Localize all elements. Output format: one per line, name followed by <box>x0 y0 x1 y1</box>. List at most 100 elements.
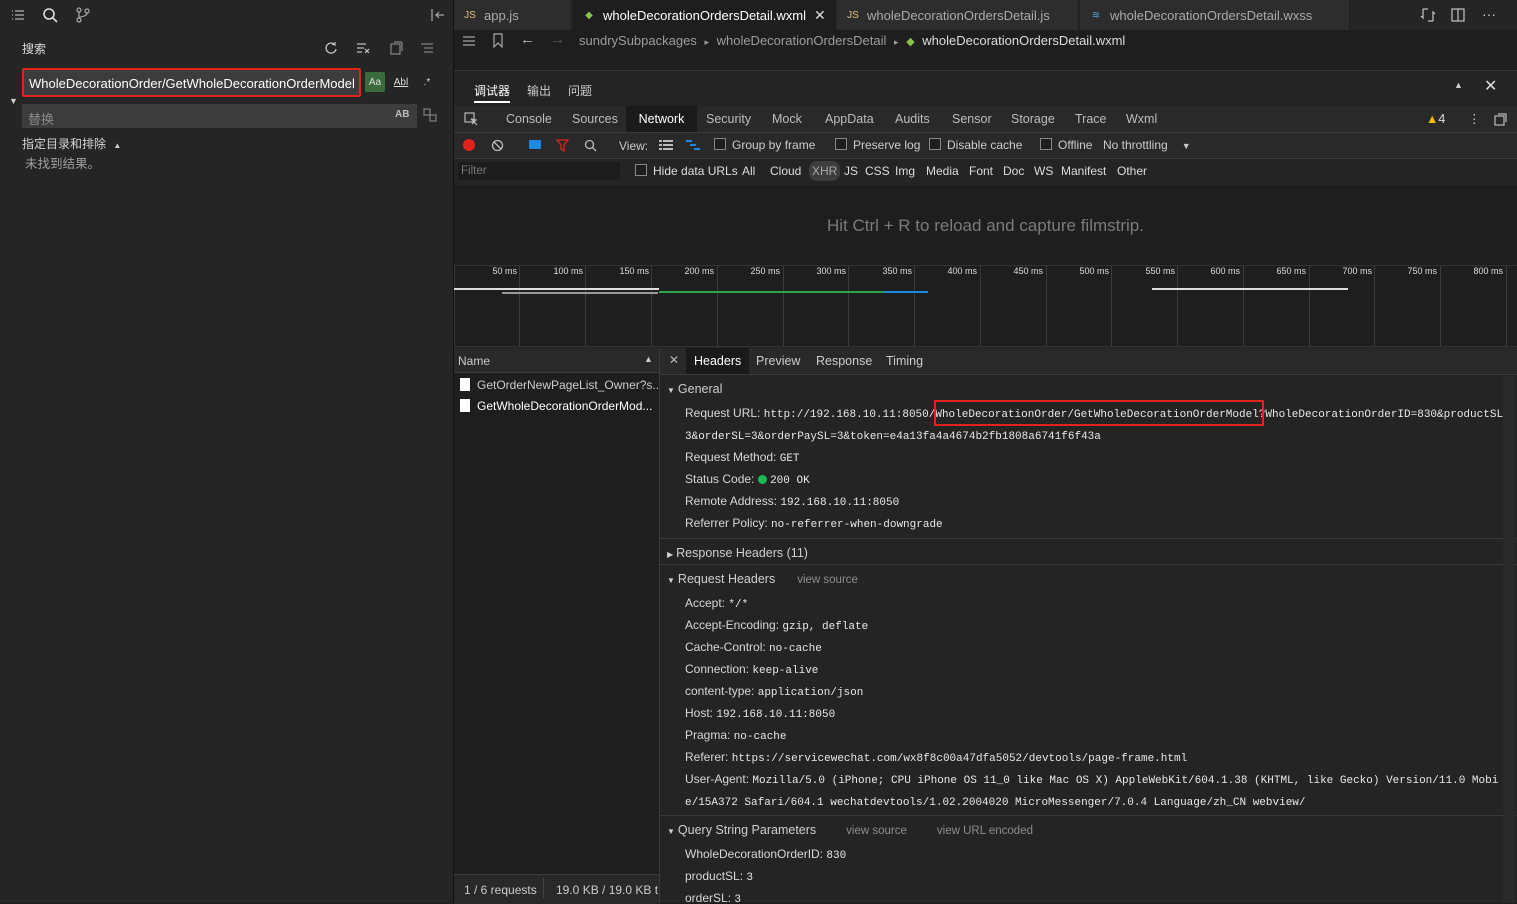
forward-arrow-icon[interactable]: → <box>550 31 565 48</box>
refresh-icon[interactable] <box>324 41 338 58</box>
large-rows-icon[interactable] <box>659 140 673 154</box>
close-devtools-icon[interactable]: ✕ <box>1484 76 1497 96</box>
breadcrumb-item[interactable]: wholeDecorationOrdersDetail <box>717 33 887 48</box>
more-actions-icon[interactable]: ··· <box>1482 6 1496 22</box>
tab-mock[interactable]: Mock <box>772 106 802 132</box>
query-params-toggle[interactable]: ▼ Query String Parameters view source view … <box>667 823 1033 837</box>
record-icon[interactable] <box>463 139 475 151</box>
general-section-toggle[interactable]: ▼ General <box>667 382 722 396</box>
request-list-header[interactable]: Name ▲ <box>454 348 659 373</box>
tab-console[interactable]: Console <box>506 106 552 132</box>
split-editor-icon[interactable] <box>1450 7 1466 26</box>
filter-type-ws[interactable]: WS <box>1034 161 1053 181</box>
kebab-menu-icon[interactable]: ⋮ <box>1468 106 1481 132</box>
filter-type-font[interactable]: Font <box>969 161 993 181</box>
hide-data-urls-checkbox[interactable]: Hide data URLs <box>635 161 738 181</box>
tab-timing[interactable]: Timing <box>886 348 923 374</box>
checkbox[interactable] <box>835 138 847 150</box>
tab-sources[interactable]: Sources <box>572 106 618 132</box>
tab-sensor[interactable]: Sensor <box>952 106 992 132</box>
outline-icon[interactable] <box>462 34 476 51</box>
tab-audits[interactable]: Audits <box>895 106 930 132</box>
compare-icon[interactable] <box>1420 7 1436 26</box>
checkbox[interactable] <box>1040 138 1052 150</box>
tab-appdata[interactable]: AppData <box>825 106 874 132</box>
filter-icon[interactable] <box>555 139 570 155</box>
bookmark-icon[interactable] <box>492 33 504 51</box>
tab-trace[interactable]: Trace <box>1075 106 1107 132</box>
close-tab-icon[interactable]: ✕ <box>814 7 826 24</box>
tab-headers[interactable]: Headers <box>686 348 750 374</box>
filter-type-doc[interactable]: Doc <box>1003 161 1024 181</box>
warnings-badge[interactable]: ▲4 <box>1426 106 1445 132</box>
filter-type-all[interactable]: All <box>742 161 755 181</box>
response-headers-toggle[interactable]: ▶ Response Headers (11) <box>667 546 808 560</box>
view-source-link[interactable]: view source <box>797 574 858 586</box>
tab-preview[interactable]: Preview <box>756 348 800 374</box>
request-row[interactable]: GetWholeDecorationOrderMod... <box>454 396 659 416</box>
checkbox[interactable] <box>635 164 647 176</box>
name-column-header[interactable]: Name <box>458 354 490 368</box>
request-row[interactable]: GetOrderNewPageList_Owner?s... <box>454 375 662 395</box>
scrollbar[interactable] <box>1503 376 1515 903</box>
filter-type-js[interactable]: JS <box>844 161 858 181</box>
undock-icon[interactable] <box>1494 113 1507 129</box>
caret-up-icon[interactable]: ▲ <box>1454 80 1463 90</box>
match-case-button[interactable]: Aa <box>365 72 385 92</box>
waterfall-icon[interactable] <box>686 140 700 154</box>
filter-type-css[interactable]: CSS <box>865 161 890 181</box>
filter-type-img[interactable]: Img <box>895 161 915 181</box>
preserve-log-checkbox[interactable]: Preserve log <box>835 138 920 152</box>
view-url-encoded-link[interactable]: view URL encoded <box>937 825 1033 837</box>
filter-type-other[interactable]: Other <box>1117 161 1147 181</box>
search-input[interactable]: WholeDecorationOrder/GetWholeDecorationO… <box>22 68 361 97</box>
request-headers-toggle[interactable]: ▼ Request Headers view source <box>667 572 858 586</box>
filter-input[interactable]: Filter <box>458 162 620 180</box>
toggle-replace-icon[interactable]: ▼ <box>9 96 18 106</box>
breadcrumb-item[interactable]: wholeDecorationOrdersDetail.wxml <box>922 33 1125 48</box>
disable-cache-checkbox[interactable]: Disable cache <box>929 138 1022 152</box>
throttling-select[interactable]: No throttling ▼ <box>1103 138 1191 152</box>
replace-all-icon[interactable] <box>423 108 437 125</box>
new-search-editor-icon[interactable] <box>389 41 403 58</box>
filter-type-cloud[interactable]: Cloud <box>770 161 801 181</box>
inspect-element-icon[interactable] <box>464 112 478 129</box>
preserve-case-button[interactable]: AB <box>395 109 409 120</box>
filter-type-media[interactable]: Media <box>926 161 959 181</box>
breadcrumb-item[interactable]: sundrySubpackages <box>579 33 697 48</box>
tab-security[interactable]: Security <box>706 106 751 132</box>
search-icon[interactable] <box>584 139 597 155</box>
offline-checkbox[interactable]: Offline <box>1040 138 1092 152</box>
filter-type-manifest[interactable]: Manifest <box>1061 161 1106 181</box>
match-whole-word-button[interactable]: Abl <box>391 72 411 92</box>
replace-input[interactable]: 替换 AB <box>22 104 417 128</box>
back-arrow-icon[interactable]: ← <box>520 31 535 48</box>
view-source-link[interactable]: view source <box>846 825 907 837</box>
checkbox[interactable] <box>714 138 726 150</box>
group-by-frame-checkbox[interactable]: Group by frame <box>714 138 815 152</box>
screenshot-camera-icon[interactable] <box>529 140 541 149</box>
tab-wxml[interactable]: Wxml <box>1126 106 1157 132</box>
tab-app-js[interactable]: JS app.js <box>454 0 572 30</box>
filter-type-xhr[interactable]: XHR <box>809 161 841 181</box>
tab-detail-wxss[interactable]: ≋ wholeDecorationOrdersDetail.wxss <box>1080 0 1350 30</box>
tab-response[interactable]: Response <box>816 348 872 374</box>
clear-icon[interactable] <box>491 139 504 155</box>
search-icon[interactable] <box>42 7 58 26</box>
tab-wxml[interactable]: ◆ wholeDecorationOrdersDetail.wxml ✕ <box>573 0 836 30</box>
scope-toggle[interactable]: 指定目录和排除 ▲ <box>22 135 121 152</box>
source-control-icon[interactable] <box>75 7 91 26</box>
use-regex-button[interactable]: .* <box>417 72 437 92</box>
close-detail-icon[interactable]: ✕ <box>669 353 679 367</box>
tab-network[interactable]: Network <box>626 106 697 132</box>
collapse-all-icon[interactable] <box>420 41 434 58</box>
clear-results-icon[interactable] <box>356 41 370 58</box>
tab-output[interactable]: 输出 <box>527 82 551 99</box>
collapse-panel-icon[interactable] <box>430 7 446 26</box>
explorer-icon[interactable] <box>10 7 26 26</box>
tab-debugger[interactable]: 调试器 <box>474 82 511 103</box>
tab-detail-js[interactable]: JS wholeDecorationOrdersDetail.js <box>837 0 1079 30</box>
tab-storage[interactable]: Storage <box>1011 106 1055 132</box>
tab-issues[interactable]: 问题 <box>568 82 592 99</box>
checkbox[interactable] <box>929 138 941 150</box>
